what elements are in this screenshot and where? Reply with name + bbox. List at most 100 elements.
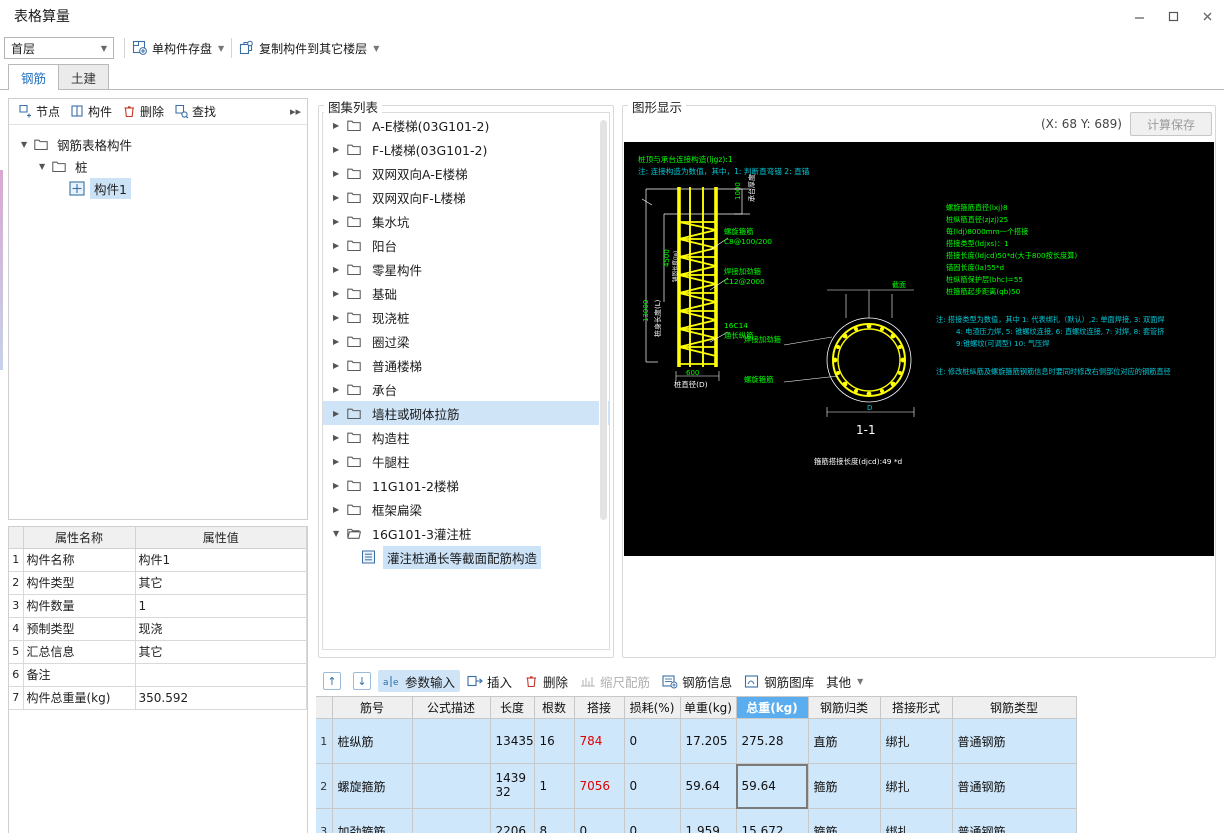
atlas-item-normal-stair[interactable]: ▶ 普通楼梯 bbox=[323, 353, 609, 377]
tree-overflow-button[interactable]: ▸▸ bbox=[290, 105, 301, 118]
rebar-library-button[interactable]: 钢筋图库 bbox=[739, 670, 819, 692]
atlas-item-11g101-2-stair[interactable]: ▶ 11G101-2楼梯 bbox=[323, 473, 609, 497]
col-header-rebar-number[interactable]: 筋号 bbox=[331, 696, 413, 719]
table-row[interactable]: 3 加劲箍筋 2206 8 0 0 1.959 15.672 箍筋 绑扎 普通钢… bbox=[316, 808, 1077, 833]
chevron-right-icon[interactable]: ▶ bbox=[333, 241, 347, 250]
cell-length[interactable]: 143932 bbox=[489, 763, 535, 809]
cell-lap-form[interactable]: 绑扎 bbox=[879, 718, 953, 764]
chevron-right-icon[interactable]: ▶ bbox=[333, 193, 347, 202]
table-row[interactable]: 1 构件名称 构件1 bbox=[9, 547, 307, 572]
save-component-button[interactable]: 单构件存盘 ▼ bbox=[129, 36, 227, 60]
atlas-item-corbel-column[interactable]: ▶ 牛腿柱 bbox=[323, 449, 609, 473]
cell-unit-weight[interactable]: 59.64 bbox=[679, 763, 737, 809]
atlas-item-pile-cap[interactable]: ▶ 承台 bbox=[323, 377, 609, 401]
search-button[interactable]: 查找 bbox=[169, 101, 221, 123]
chevron-right-icon[interactable]: ▶ bbox=[333, 217, 347, 226]
atlas-scroll-thumb[interactable] bbox=[600, 120, 607, 520]
cell-loss[interactable]: 0 bbox=[623, 763, 681, 809]
col-header-total-weight[interactable]: 总重(kg) bbox=[735, 696, 809, 719]
more-button[interactable]: 其他 ▼ bbox=[821, 670, 868, 692]
chevron-right-icon[interactable]: ▶ bbox=[333, 289, 347, 298]
table-row[interactable]: 6 备注 bbox=[9, 662, 307, 687]
chevron-right-icon[interactable]: ▶ bbox=[333, 481, 347, 490]
cell-lap[interactable]: 784 bbox=[573, 718, 625, 764]
col-header-rebar-category[interactable]: 钢筋归类 bbox=[807, 696, 881, 719]
cell-loss[interactable]: 0 bbox=[623, 808, 681, 833]
chevron-down-icon[interactable]: ▼ bbox=[39, 162, 52, 171]
atlas-item-balcony[interactable]: ▶ 阳台 bbox=[323, 233, 609, 257]
table-row[interactable]: 3 构件数量 1 bbox=[9, 593, 307, 618]
tree-node-pile[interactable]: ▼ 桩 bbox=[9, 155, 307, 177]
calc-save-button[interactable]: 计算保存 bbox=[1130, 112, 1212, 136]
minimize-icon[interactable] bbox=[1122, 0, 1156, 32]
col-header-loss[interactable]: 损耗(%) bbox=[623, 696, 681, 719]
rebar-info-button[interactable]: 钢筋信息 bbox=[657, 670, 737, 692]
cell-formula[interactable] bbox=[411, 718, 491, 764]
cell-lap-form[interactable]: 绑扎 bbox=[879, 763, 953, 809]
move-up-button[interactable]: ↑ bbox=[318, 670, 346, 692]
property-value[interactable]: 其它 bbox=[134, 639, 307, 664]
cell-rebar-number[interactable]: 螺旋箍筋 bbox=[331, 763, 413, 809]
chevron-right-icon[interactable]: ▶ bbox=[333, 385, 347, 394]
cell-rebar-category[interactable]: 直筋 bbox=[807, 718, 881, 764]
chevron-down-icon[interactable]: ▼ bbox=[21, 140, 34, 149]
property-value[interactable]: 现浇 bbox=[134, 616, 307, 641]
chevron-right-icon[interactable]: ▶ bbox=[333, 145, 347, 154]
table-row[interactable]: 5 汇总信息 其它 bbox=[9, 639, 307, 664]
atlas-item-sump[interactable]: ▶ 集水坑 bbox=[323, 209, 609, 233]
tab-civil[interactable]: 土建 bbox=[58, 64, 110, 89]
atlas-scrollbar[interactable] bbox=[599, 114, 608, 649]
cell-rebar-category[interactable]: 箍筋 bbox=[807, 763, 881, 809]
chevron-right-icon[interactable]: ▶ bbox=[333, 457, 347, 466]
atlas-item-constructional-column[interactable]: ▶ 构造柱 bbox=[323, 425, 609, 449]
move-down-button[interactable]: ↓ bbox=[348, 670, 376, 692]
atlas-item-double-mesh-f-l[interactable]: ▶ 双网双向F-L楼梯 bbox=[323, 185, 609, 209]
cell-rebar-type[interactable]: 普通钢筋 bbox=[951, 808, 1077, 833]
atlas-item-double-mesh-a-e[interactable]: ▶ 双网双向A-E楼梯 bbox=[323, 161, 609, 185]
param-input-button[interactable]: ae 参数输入 bbox=[378, 670, 461, 692]
cell-unit-weight[interactable]: 1.959 bbox=[679, 808, 737, 833]
cell-count[interactable]: 16 bbox=[533, 718, 575, 764]
delete-row-button[interactable]: 删除 bbox=[519, 670, 573, 692]
col-header-lap-form[interactable]: 搭接形式 bbox=[879, 696, 953, 719]
rebar-table-container[interactable]: 筋号 公式描述 长度 根数 搭接 损耗(%) 单重(kg) 总重(kg) 钢筋归… bbox=[316, 696, 1214, 833]
cell-lap-form[interactable]: 绑扎 bbox=[879, 808, 953, 833]
delete-button[interactable]: 删除 bbox=[117, 101, 169, 123]
chevron-down-icon[interactable]: ▼ bbox=[218, 44, 224, 53]
atlas-item-bored-pile-uniform-section[interactable]: 灌注桩通长等截面配筋构造 bbox=[323, 545, 609, 569]
property-value[interactable] bbox=[134, 662, 307, 687]
chevron-right-icon[interactable]: ▶ bbox=[333, 505, 347, 514]
cell-formula[interactable] bbox=[411, 763, 491, 809]
atlas-item-cast-in-place-pile[interactable]: ▶ 现浇桩 bbox=[323, 305, 609, 329]
cell-loss[interactable]: 0 bbox=[623, 718, 681, 764]
table-row[interactable]: 2 螺旋箍筋 143932 1 7056 0 59.64 59.64 箍筋 绑扎… bbox=[316, 763, 1077, 809]
scale-rebar-button[interactable]: 缩尺配筋 bbox=[575, 670, 655, 692]
table-row[interactable]: 4 预制类型 现浇 bbox=[9, 616, 307, 641]
cell-lap[interactable]: 7056 bbox=[573, 763, 625, 809]
property-value[interactable]: 其它 bbox=[134, 570, 307, 595]
cad-drawing-canvas[interactable]: 桩顶与承台连接构造(ljgz):1 注: 连接构造为数值，其中，1: 判断直弯锚… bbox=[624, 142, 1214, 556]
tab-steel-rebar[interactable]: 钢筋 bbox=[8, 64, 60, 90]
insert-button[interactable]: 插入 bbox=[462, 670, 517, 692]
atlas-item-16g101-3-bored-pile[interactable]: ▼ 16G101-3灌注桩 bbox=[323, 521, 609, 545]
chevron-right-icon[interactable]: ▶ bbox=[333, 313, 347, 322]
chevron-right-icon[interactable]: ▶ bbox=[333, 121, 347, 130]
cell-total-weight[interactable]: 15.672 bbox=[735, 808, 809, 833]
cell-rebar-type[interactable]: 普通钢筋 bbox=[951, 718, 1077, 764]
add-node-button[interactable]: 节点 bbox=[13, 101, 65, 123]
property-value[interactable]: 350.592 bbox=[134, 685, 307, 710]
chevron-right-icon[interactable]: ▶ bbox=[333, 409, 347, 418]
chevron-down-icon[interactable]: ▼ bbox=[373, 44, 379, 53]
floor-select[interactable]: 首层 ▼ bbox=[4, 37, 114, 59]
cell-unit-weight[interactable]: 17.205 bbox=[679, 718, 737, 764]
atlas-item-frame-flat-beam[interactable]: ▶ 框架扁梁 bbox=[323, 497, 609, 521]
col-header-formula[interactable]: 公式描述 bbox=[411, 696, 491, 719]
tree-node-rebar-table-component[interactable]: ▼ 钢筋表格构件 bbox=[9, 133, 307, 155]
chevron-right-icon[interactable]: ▶ bbox=[333, 265, 347, 274]
atlas-item-ring-lintel[interactable]: ▶ 圈过梁 bbox=[323, 329, 609, 353]
cell-rebar-number[interactable]: 桩纵筋 bbox=[331, 718, 413, 764]
cell-count[interactable]: 1 bbox=[533, 763, 575, 809]
chevron-right-icon[interactable]: ▶ bbox=[333, 361, 347, 370]
maximize-icon[interactable] bbox=[1156, 0, 1190, 32]
atlas-item-f-l-stair[interactable]: ▶ F-L楼梯(03G101-2) bbox=[323, 137, 609, 161]
